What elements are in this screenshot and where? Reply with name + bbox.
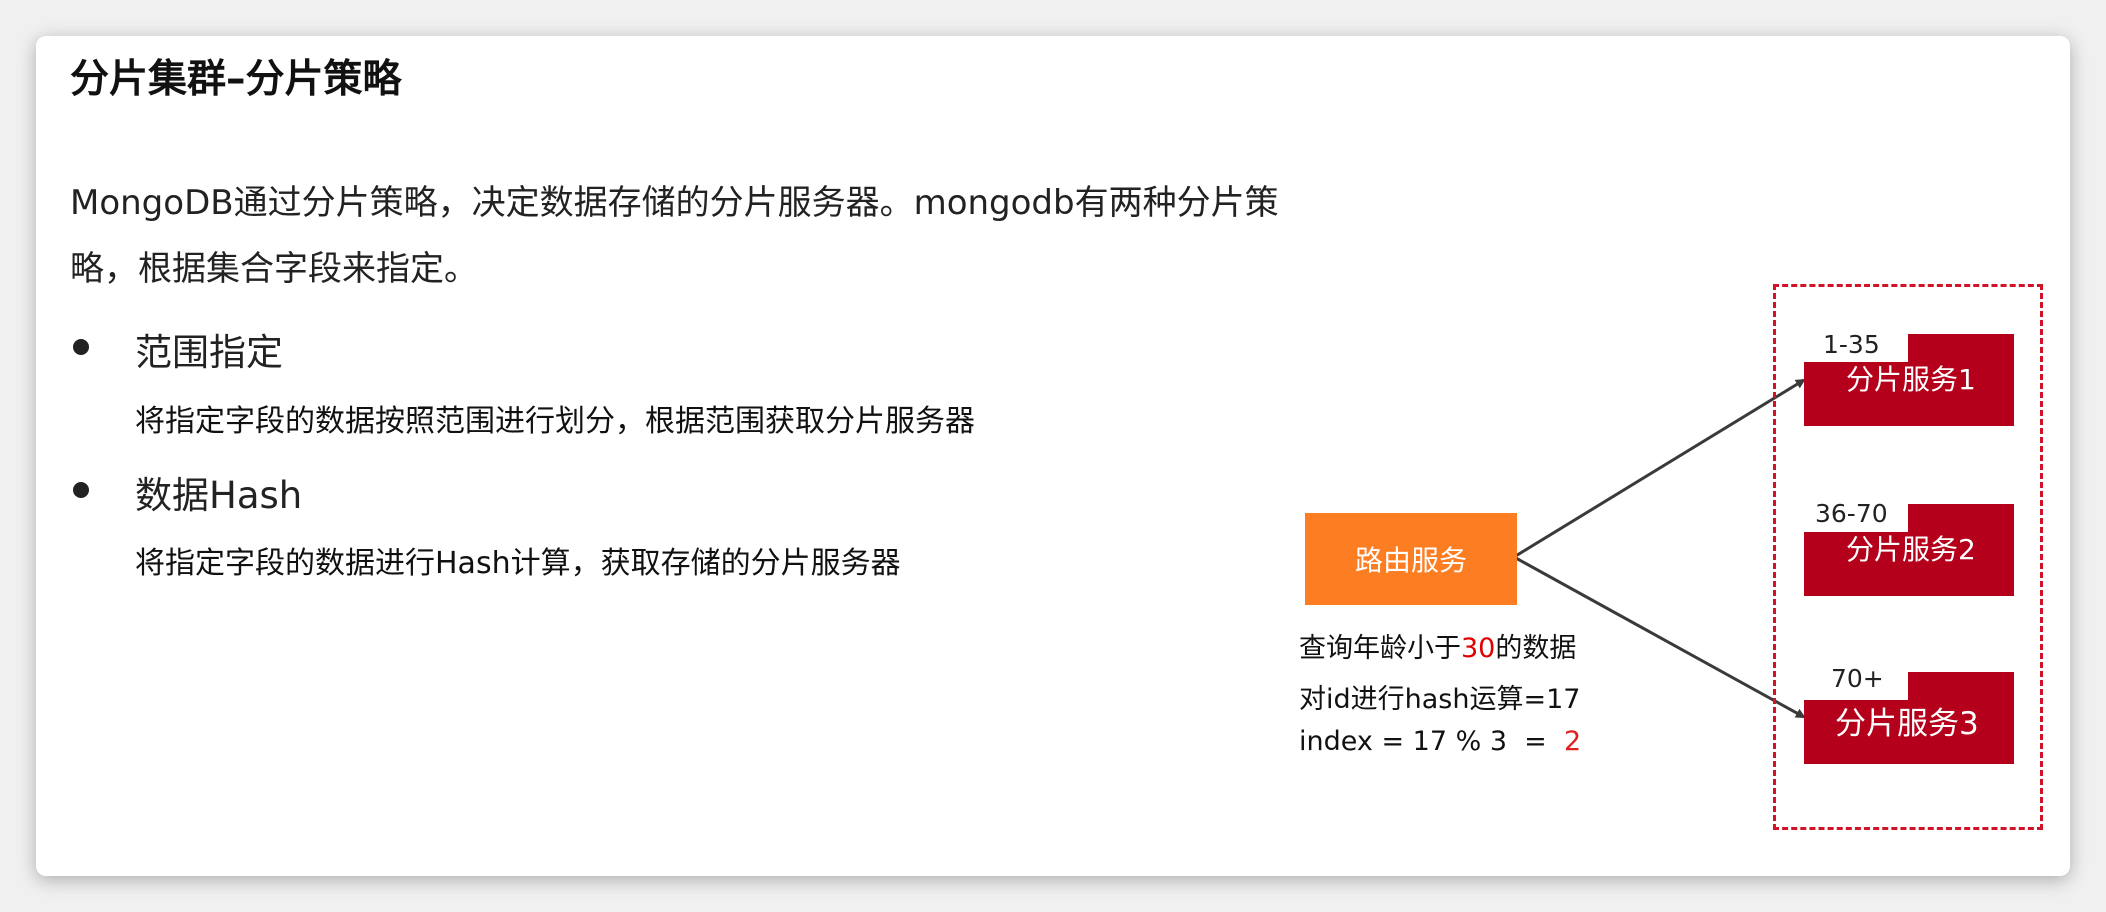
shard-range-label: 70+	[1831, 664, 1884, 693]
arrow-to-server-1	[1513, 378, 1806, 559]
query-age-value: 30	[1461, 633, 1496, 664]
shard-server-label: 分片服务1	[1846, 363, 1976, 396]
hash-computation: 对id进行hash运算=17	[1299, 684, 1581, 715]
query-condition: 查询年龄小于30的数据	[1299, 626, 1576, 665]
routing-arrows	[1513, 378, 1806, 719]
query-text-suffix: 的数据	[1495, 633, 1577, 664]
router-service-label: 路由服务	[1354, 544, 1467, 577]
index-formula: index = 17 % 3 =	[1299, 726, 1547, 757]
shard-server-label: 分片服务2	[1846, 533, 1976, 566]
router-service-box: 路由服务	[1305, 513, 1517, 605]
index-result: 2	[1563, 726, 1582, 757]
slide-card: 分片集群–分片策略 MongoDB通过分片策略，决定数据存储的分片服务器。mon…	[36, 36, 2070, 876]
index-computation: index = 17 % 3 = 2	[1299, 726, 1581, 757]
page: 分片集群–分片策略 MongoDB通过分片策略，决定数据存储的分片服务器。mon…	[0, 0, 2106, 912]
shard-server-label: 分片服务3	[1835, 706, 1979, 742]
shard-range-label: 36-70	[1815, 499, 1888, 528]
shard-range-label: 1-35	[1823, 330, 1880, 359]
query-text: 查询年龄小于	[1299, 633, 1461, 664]
